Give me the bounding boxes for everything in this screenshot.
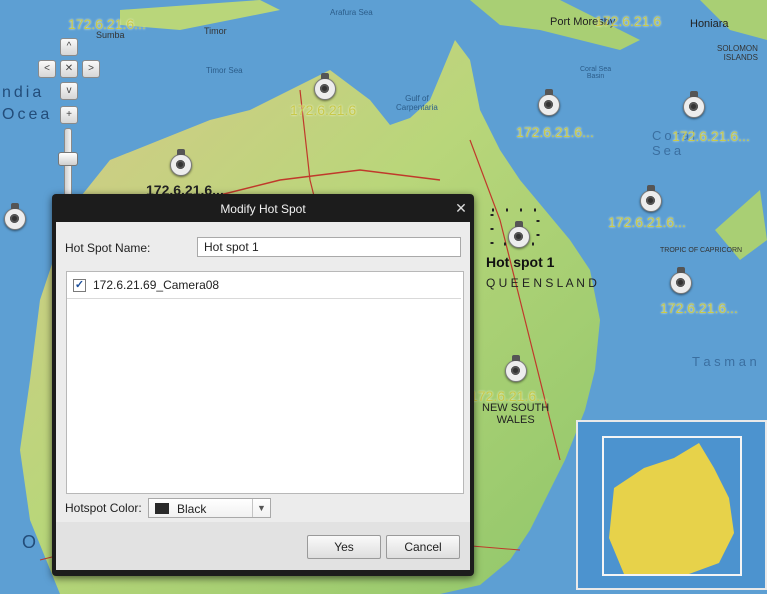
zoom-in-button[interactable]: +	[60, 106, 78, 124]
overview-minimap[interactable]	[576, 420, 767, 590]
place-label-arafura: Arafura Sea	[330, 8, 373, 17]
hotspot-label: 172.6.21.6	[595, 13, 662, 29]
hotspot-color-value: Black	[177, 502, 207, 516]
hotspot-label: 172.6.21.6...	[516, 124, 594, 140]
yes-button[interactable]: Yes	[307, 535, 381, 559]
camera-marker[interactable]	[508, 221, 530, 248]
hotspot-color-select[interactable]: Black ▼	[148, 498, 271, 518]
place-label-indian-ocean: ndia Ocea	[2, 84, 53, 123]
hotspot-name-label[interactable]: Hot spot 1	[486, 254, 554, 270]
dialog-title: Modify Hot Spot	[220, 202, 306, 216]
place-label-coral-basin: Coral Sea Basin	[580, 66, 612, 80]
zoom-slider-handle[interactable]	[58, 152, 78, 166]
pan-down-button[interactable]: v	[60, 82, 78, 100]
camera-marker[interactable]	[314, 73, 336, 100]
place-label-solomon: SOLOMON ISLANDS	[717, 44, 758, 62]
place-label-nsw: NEW SOUTH WALES	[482, 402, 550, 426]
pan-center-button[interactable]: ✕	[60, 60, 78, 78]
pan-right-button[interactable]: >	[82, 60, 100, 78]
minimap-viewport[interactable]	[602, 436, 742, 576]
hotspot-color-label: Hotspot Color:	[65, 501, 142, 515]
place-label-tasman: T a s m a n	[692, 354, 757, 369]
place-label-honiara: Honiara	[690, 18, 729, 30]
pan-left-button[interactable]: <	[38, 60, 56, 78]
minimap-land	[604, 438, 740, 574]
hotspot-label: 172.6.21.6...	[660, 300, 738, 316]
hotspot-label: 172.6.21.6	[290, 102, 357, 118]
hot-spot-name-label: Hot Spot Name:	[65, 241, 151, 255]
dialog-body: Hot Spot Name: ✓ 172.6.21.69_Camera08 Ho…	[56, 222, 470, 570]
place-label-timor: Timor	[204, 26, 227, 36]
pan-up-button[interactable]: ^	[60, 38, 78, 56]
camera-marker[interactable]	[683, 91, 705, 118]
camera-marker[interactable]	[170, 149, 192, 176]
place-label-ocean-o: O	[22, 532, 37, 552]
camera-list: ✓ 172.6.21.69_Camera08	[66, 271, 464, 494]
camera-label: 172.6.21.69_Camera08	[93, 278, 220, 292]
place-label-tropic: TROPIC OF CAPRICORN	[660, 247, 743, 254]
modify-hot-spot-dialog: Modify Hot Spot ✕ Hot Spot Name: ✓ 172.6…	[52, 194, 474, 576]
camera-marker[interactable]	[4, 203, 26, 230]
hotspot-label: 172.6.21.6...	[608, 214, 686, 230]
camera-marker[interactable]	[670, 267, 692, 294]
list-item[interactable]: ✓ 172.6.21.69_Camera08	[67, 272, 461, 299]
place-label-gulf: Gulf of Carpentaria	[396, 94, 438, 112]
place-label-timor-sea: Timor Sea	[206, 66, 243, 75]
chevron-down-icon[interactable]: ▼	[252, 499, 270, 517]
close-icon[interactable]: ✕	[454, 201, 468, 215]
place-label-queensland: Q U E E N S L A N D	[486, 276, 597, 290]
camera-checkbox[interactable]: ✓	[73, 279, 86, 292]
hotspot-label: 172.6.21.6...	[470, 388, 548, 404]
place-label-sumba: Sumba	[96, 30, 125, 40]
hot-spot-name-input[interactable]	[197, 237, 461, 257]
color-swatch	[155, 503, 169, 514]
camera-marker[interactable]	[640, 185, 662, 212]
camera-marker[interactable]	[505, 355, 527, 382]
cancel-button[interactable]: Cancel	[386, 535, 460, 559]
camera-marker[interactable]	[538, 89, 560, 116]
hotspot-label: 172.6.21.6...	[672, 128, 750, 144]
